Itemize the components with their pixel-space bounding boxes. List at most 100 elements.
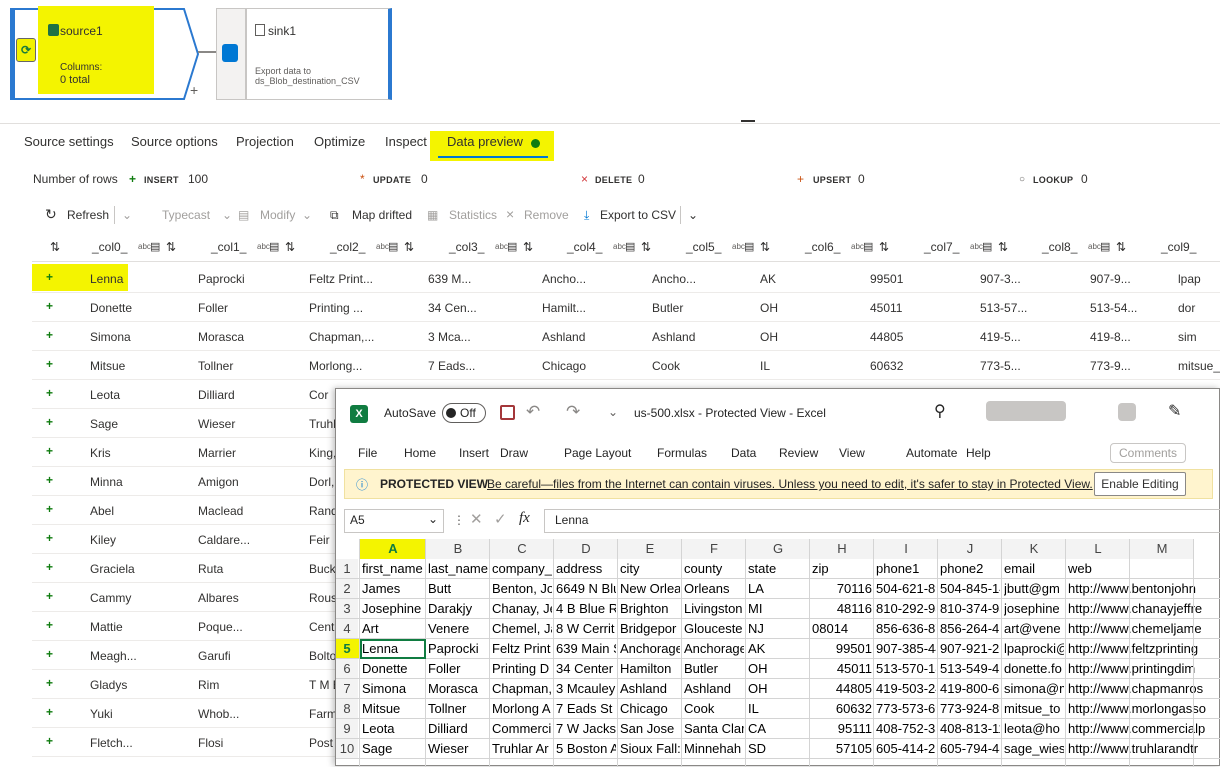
row-number[interactable]: 6 [336,659,358,679]
refresh-button[interactable]: Refresh [67,208,109,222]
sort-icon[interactable]: ⇅ [879,240,889,254]
cell[interactable]: first_name [362,559,424,579]
column-header[interactable]: _col6_ [805,240,840,254]
cell[interactable]: Josephine [362,599,424,619]
cell[interactable]: 504-845-14 [940,579,1000,599]
cell[interactable]: web [1068,559,1220,579]
cell[interactable]: 907-385-44 [876,639,936,659]
cell[interactable]: 99501 [812,639,872,659]
cell[interactable]: 3 Mcauley [556,679,616,699]
ribbon-tab[interactable]: Insert [459,446,489,460]
column-header[interactable]: _col2_ [330,240,365,254]
column-header[interactable]: _col0_ [92,240,127,254]
column-letter[interactable]: L [1066,539,1130,559]
sort-icon[interactable]: ⇅ [285,240,295,254]
row-number[interactable]: 7 [336,679,358,699]
cell[interactable]: Mitsue [362,699,424,719]
cell[interactable]: 856-636-87 [876,619,936,639]
column-menu-icon[interactable]: ▤ [388,240,398,253]
cell[interactable]: Brighton [620,599,680,619]
cell[interactable]: Sage [362,739,424,759]
cell[interactable]: Butt [428,579,488,599]
cell[interactable]: county [684,559,744,579]
sort-icon[interactable]: ⇅ [998,240,1008,254]
cell[interactable]: http://www.morlongasso [1068,699,1220,719]
quick-access-dropdown-icon[interactable]: ⌄ [608,405,618,419]
sort-icon[interactable]: ⇅ [523,240,533,254]
cell[interactable]: http://www.chemeljame [1068,619,1220,639]
cell[interactable]: Chapman, [492,679,552,699]
cell[interactable]: address [556,559,616,579]
ribbon-tab[interactable]: View [839,446,865,460]
ribbon-tab[interactable]: Page Layout [564,446,631,460]
sort-icon[interactable]: ⇅ [404,240,414,254]
cell[interactable]: Glouceste [684,619,744,639]
cell[interactable]: Ashland [620,679,680,699]
add-transform-button[interactable]: + [190,82,198,98]
cell[interactable]: Printing D [492,659,552,679]
cell[interactable]: Hamilton [620,659,680,679]
sink-node[interactable] [246,8,392,100]
cell[interactable]: lpaprocki@ [1004,639,1064,659]
cell[interactable]: CA [748,719,808,739]
column-letter[interactable]: K [1002,539,1066,559]
cell[interactable]: simona@m [1004,679,1064,699]
cell[interactable]: 810-374-93 [940,599,1000,619]
cell[interactable]: 34 Center [556,659,616,679]
cell[interactable]: Chicago [620,699,680,719]
cell[interactable]: NJ [748,619,808,639]
ribbon-tab[interactable]: Review [779,446,818,460]
column-header[interactable]: _col4_ [567,240,602,254]
ribbon-tab[interactable]: Draw [500,446,528,460]
cell[interactable]: phone2 [940,559,1000,579]
row-number[interactable]: 5 [336,639,358,659]
cell[interactable]: New Orlea [620,579,680,599]
cell[interactable]: 8 W Cerrit [556,619,616,639]
comments-button[interactable]: Comments [1110,443,1187,463]
sort-icon[interactable]: ⇅ [50,240,60,254]
cell[interactable]: Dilliard [428,719,488,739]
sort-icon[interactable]: ⇅ [166,240,176,254]
map-drifted-button[interactable]: Map drifted [352,208,412,222]
account-name[interactable] [986,401,1066,421]
cell[interactable]: 60632 [812,699,872,719]
cell[interactable]: LA [748,579,808,599]
column-letter[interactable]: A [360,539,426,559]
cell[interactable]: San Jose [620,719,680,739]
cell[interactable]: sage_wies [1004,739,1064,759]
row-number[interactable]: 2 [336,579,358,599]
cell[interactable]: 70116 [812,579,872,599]
cell[interactable]: Orleans [684,579,744,599]
cell[interactable]: Feltz Print [492,639,552,659]
undo-icon[interactable]: ↶ [526,402,540,422]
cell[interactable]: 907-921-26 [940,639,1000,659]
cell[interactable]: 6649 N Blu [556,579,616,599]
cell[interactable]: state [748,559,808,579]
tab-source-options[interactable]: Source options [131,134,218,149]
cell[interactable]: art@vene [1004,619,1064,639]
cell[interactable]: Wieser [428,739,488,759]
chevron-down-icon[interactable]: ⌄ [428,512,438,526]
cell[interactable]: Minnehah [684,739,744,759]
cell[interactable]: Butler [684,659,744,679]
selected-cell[interactable] [360,639,426,659]
cell[interactable]: Chanay, Je [492,599,552,619]
cell[interactable]: http://www.feltzprinting [1068,639,1220,659]
cell[interactable]: 408-752-35 [876,719,936,739]
cell[interactable]: 513-549-45 [940,659,1000,679]
cell[interactable]: 419-503-24 [876,679,936,699]
cell[interactable]: Chemel, Ja [492,619,552,639]
row-number[interactable]: 8 [336,699,358,719]
remove-button[interactable]: Remove [524,208,569,222]
more-options-icon[interactable]: ⋮ [453,513,465,527]
column-letter[interactable]: G [746,539,810,559]
designer-icon[interactable]: ✎ [1168,401,1181,421]
table-row[interactable]: + Mitsue Tollner Morlong... 7 Eads... Chicago… [32,351,1220,380]
column-letter[interactable]: J [938,539,1002,559]
column-letter[interactable]: B [426,539,490,559]
column-letter[interactable]: E [618,539,682,559]
cell[interactable]: 773-573-69 [876,699,936,719]
tab-projection[interactable]: Projection [236,134,294,149]
save-icon[interactable] [500,405,515,420]
cell[interactable]: Benton, Jo [492,579,552,599]
